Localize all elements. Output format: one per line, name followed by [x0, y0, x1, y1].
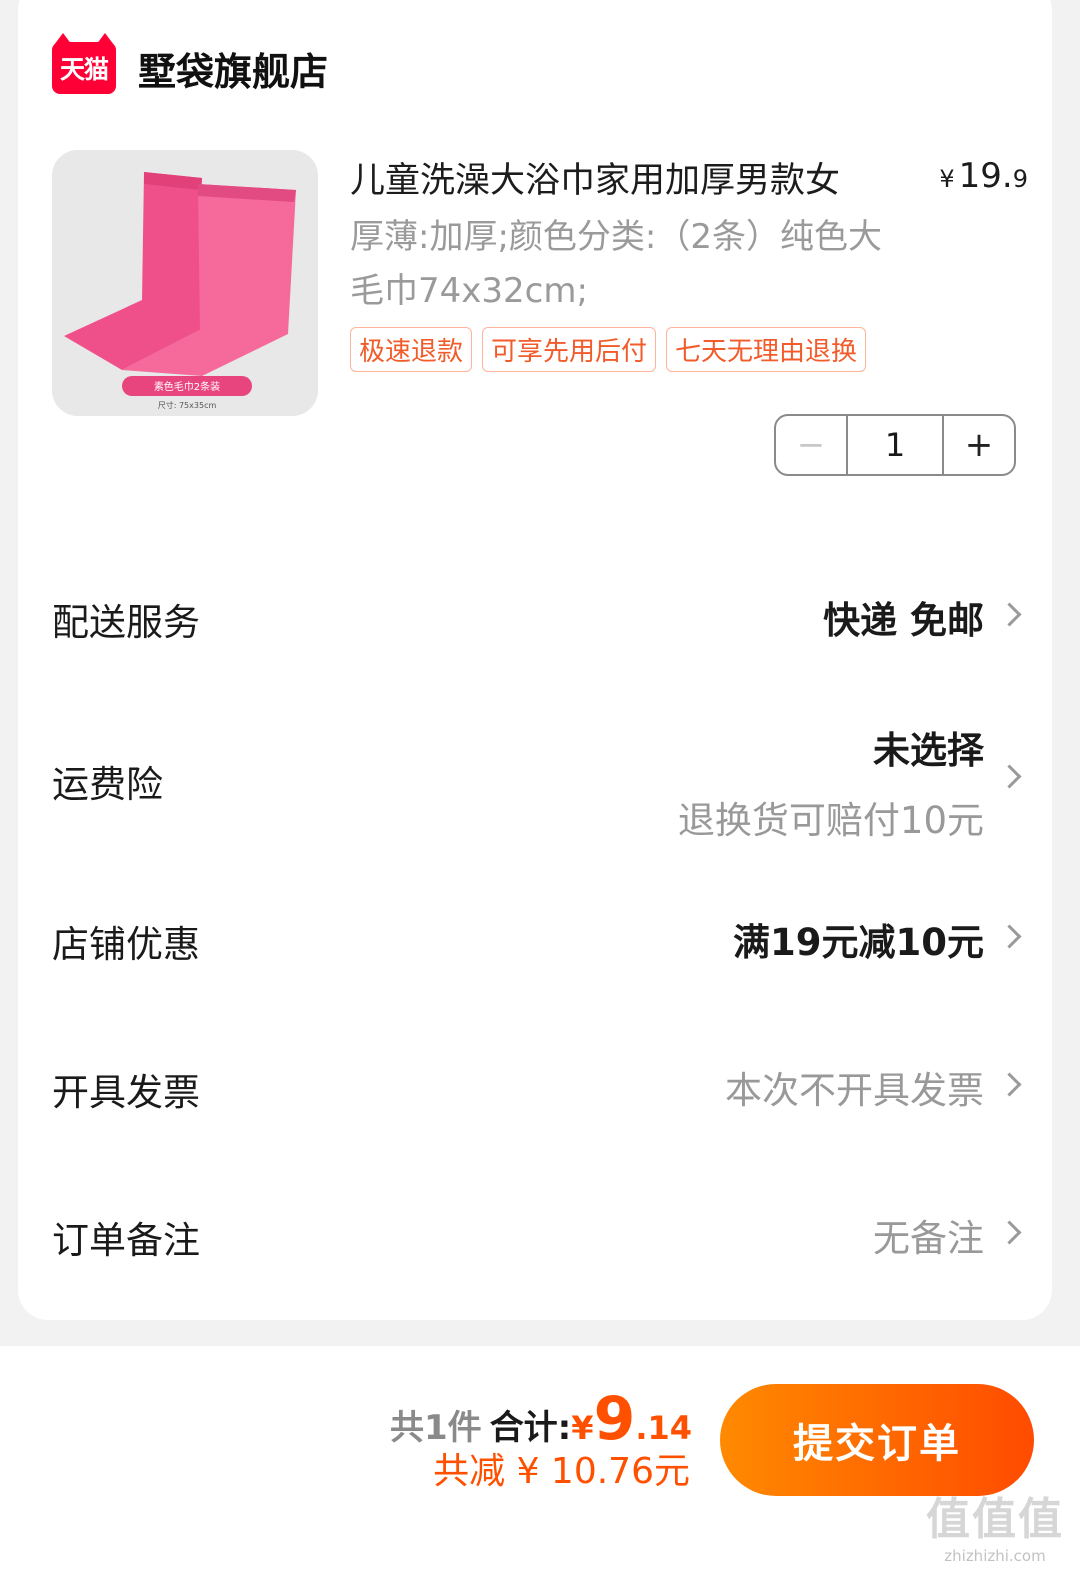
- tag-pay-later: 可享先用后付: [482, 327, 657, 372]
- price-dec: 9: [1012, 165, 1028, 193]
- row-shop-discount[interactable]: 店铺优惠 满19元减10元: [52, 912, 1022, 966]
- tmall-badge-text: 天猫: [59, 55, 109, 84]
- delivery-label: 配送服务: [52, 601, 200, 644]
- remark-value: 无备注: [873, 1217, 984, 1260]
- price-int: 19.: [958, 156, 1013, 196]
- insurance-value: 未选择: [873, 729, 984, 772]
- row-invoice[interactable]: 开具发票 本次不开具发票: [52, 1060, 1022, 1114]
- towel-image: 素色毛巾2条装 尺寸: 75x35cm: [52, 150, 318, 416]
- row-shipping-insurance[interactable]: 运费险 未选择 退换货可赔付10元: [52, 720, 1022, 842]
- price-symbol: ¥: [939, 165, 955, 193]
- delivery-value: 快递 免邮: [823, 599, 984, 642]
- shop-header[interactable]: 天猫 墅袋旗舰店: [52, 33, 328, 96]
- row-order-remark[interactable]: 订单备注 无备注: [52, 1208, 1022, 1262]
- row-delivery[interactable]: 配送服务 快递 免邮: [52, 590, 1022, 644]
- chevron-right-icon: [997, 924, 1022, 949]
- watermark-logo: 值值值: [926, 1494, 1064, 1545]
- tag-fast-refund: 极速退款: [350, 327, 473, 372]
- decrease-button[interactable]: −: [776, 416, 846, 474]
- chevron-right-icon: [997, 1220, 1022, 1245]
- insurance-sub: 退换货可赔付10元: [677, 799, 984, 842]
- image-size: 尺寸: 75x35cm: [158, 400, 217, 410]
- image-caption: 素色毛巾2条装: [154, 380, 220, 393]
- chevron-right-icon: [997, 602, 1022, 627]
- chevron-right-icon: [997, 764, 1022, 789]
- quantity-value[interactable]: 1: [846, 416, 944, 474]
- remark-label: 订单备注: [52, 1219, 200, 1262]
- chevron-right-icon: [997, 1072, 1022, 1097]
- tag-7day-return: 七天无理由退换: [666, 327, 867, 372]
- increase-button[interactable]: +: [944, 416, 1014, 474]
- invoice-value: 本次不开具发票: [725, 1069, 984, 1112]
- watermark: 值值值 zhizhizhi.com: [926, 1483, 1064, 1565]
- product-image[interactable]: 素色毛巾2条装 尺寸: 75x35cm: [52, 150, 318, 416]
- total-saved: 共减 ¥ 10.76元: [433, 1451, 690, 1492]
- quantity-stepper: − 1 +: [774, 414, 1016, 476]
- shop-name[interactable]: 墅袋旗舰店: [138, 41, 328, 96]
- service-tags: 极速退款 可享先用后付 七天无理由退换: [350, 327, 867, 372]
- discount-value: 满19元减10元: [733, 921, 984, 964]
- product-price: ¥19.9: [939, 156, 1028, 196]
- insurance-label: 运费险: [52, 763, 163, 806]
- product-spec[interactable]: 厚薄:加厚;颜色分类:（2条）纯色大毛巾74x32cm;: [350, 210, 910, 318]
- invoice-label: 开具发票: [52, 1071, 200, 1114]
- tmall-logo: 天猫: [52, 33, 116, 94]
- watermark-url: zhizhizhi.com: [944, 1547, 1046, 1565]
- product-title[interactable]: 儿童洗澡大浴巾家用加厚男款女: [350, 152, 840, 203]
- submit-order-button[interactable]: 提交订单: [720, 1384, 1034, 1496]
- discount-label: 店铺优惠: [52, 923, 200, 966]
